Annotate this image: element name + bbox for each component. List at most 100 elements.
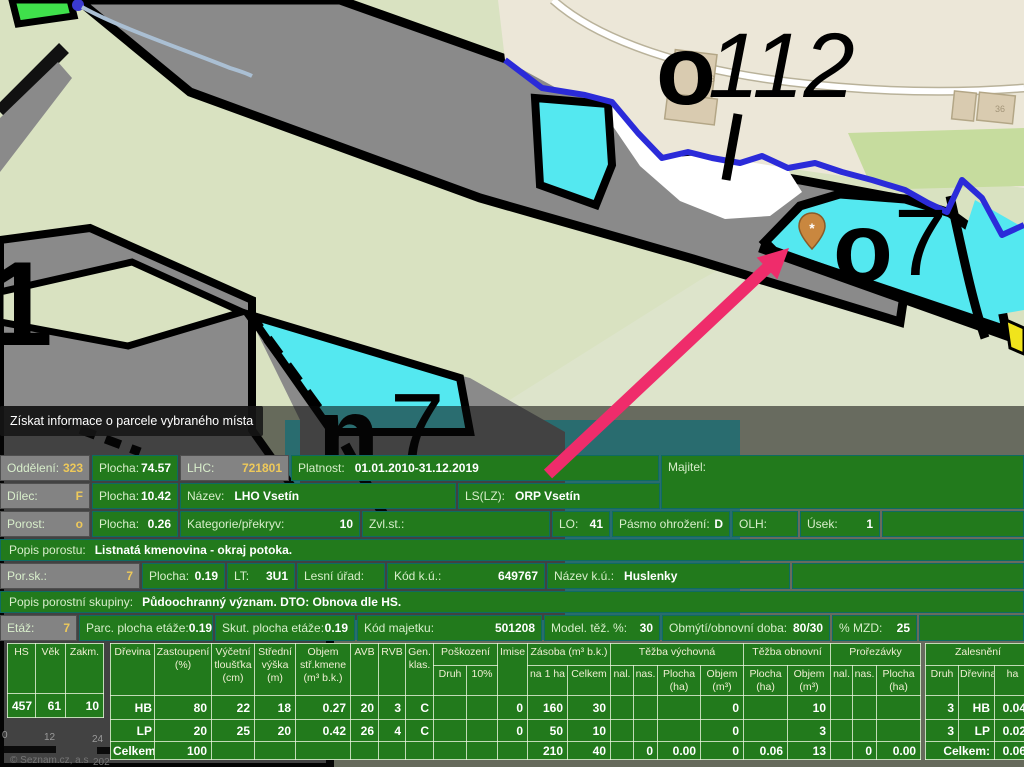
field-zvlst: Zvl.st.: xyxy=(362,511,550,537)
species-cell xyxy=(296,742,351,760)
species-cell: 26 xyxy=(351,720,379,742)
panel-row-popis-skupiny: Popis porostní skupiny: Půdoochranný výz… xyxy=(0,591,1024,613)
field-nazev: Název: LHO Vsetín xyxy=(180,483,456,509)
field-lo: LO: 41 xyxy=(552,511,610,537)
map-lime-parcel xyxy=(12,0,74,24)
species-cell xyxy=(255,742,296,760)
field-olh: OLH: xyxy=(732,511,798,537)
species-cell xyxy=(877,720,921,742)
species-row: HB8022180.27203C016030010 xyxy=(111,696,921,720)
field-kod-ku: Kód k.ú.: 649767 xyxy=(387,563,545,589)
species-subheader: na 1 ha xyxy=(528,666,568,696)
species-cell xyxy=(434,742,467,760)
panel-row-etaz: Etáž: 7 Parc. plocha etáže: 0.19 Skut. p… xyxy=(0,615,1024,641)
empty-cell xyxy=(882,511,1024,537)
species-row: 3HB0.04 xyxy=(926,696,1024,720)
map-parcel-cyan-strip xyxy=(535,98,612,205)
species-cell: 13 xyxy=(788,742,831,760)
species-cell: 10 xyxy=(788,696,831,720)
panel-row-porsk: Por.sk.: 7 Plocha: 0.19 LT: 3U1 Lesní úř… xyxy=(0,563,1024,589)
map-label-o7-bold: o xyxy=(833,192,893,302)
forest-map-app: 453 36 1 o 112 o 7 n 7 * xyxy=(0,0,1024,767)
species-cell xyxy=(853,720,877,742)
species-cell: HB xyxy=(111,696,155,720)
species-cell: 18 xyxy=(255,696,296,720)
species-table-zalesneni: ZalesněníDruhDřevinaha3HB0.043LP0.02Celk… xyxy=(925,643,1024,760)
species-cell xyxy=(611,696,634,720)
species-subheader: Plocha (ha) xyxy=(877,666,921,696)
species-header: Těžba obnovní xyxy=(744,644,831,666)
species-cell xyxy=(831,720,853,742)
panel-row-dilec: Dílec: F Plocha: 10.42 Název: LHO Vsetín… xyxy=(0,483,1024,509)
field-pasmo: Pásmo ohrožení: D xyxy=(612,511,730,537)
species-subheader: Dřevina xyxy=(959,666,995,696)
species-cell: 61 xyxy=(36,694,66,718)
species-cell xyxy=(434,720,467,742)
panel-row-popis-porostu: Popis porostu: Listnatá kmenovina - okra… xyxy=(0,539,1024,561)
field-kategorie: Kategorie/překryv: 10 xyxy=(180,511,360,537)
species-cell: 40 xyxy=(568,742,611,760)
empty-cell xyxy=(919,615,1024,641)
field-lhc: LHC: 721801 xyxy=(180,455,289,481)
species-cell: 3 xyxy=(788,720,831,742)
species-subheader: Plocha (ha) xyxy=(658,666,701,696)
field-lesni-urad: Lesní úřad: xyxy=(297,563,385,589)
species-header: Gen. klas. xyxy=(406,644,434,696)
species-subheader: Druh xyxy=(434,666,467,696)
panel-row-porost: Porost: o Plocha: 0.26 Kategorie/překryv… xyxy=(0,511,1024,537)
field-skut-plocha: Skut. plocha etáže: 0.19 xyxy=(215,615,355,641)
species-cell: Celkem: xyxy=(926,742,995,760)
species-cell: 0 xyxy=(701,696,744,720)
species-cell: 210 xyxy=(528,742,568,760)
species-header: Zastoupení (%) xyxy=(155,644,212,696)
field-lslz: LS(LZ): ORP Vsetín xyxy=(458,483,660,509)
species-header: Prořezávky xyxy=(831,644,921,666)
species-header: AVB xyxy=(351,644,379,696)
species-cell: C xyxy=(406,696,434,720)
species-header: Objem stř.kmene (m³ b.k.) xyxy=(296,644,351,696)
species-cell: 4 xyxy=(379,720,406,742)
species-cell xyxy=(853,696,877,720)
species-cell: LP xyxy=(959,720,995,742)
species-cell: 30 xyxy=(568,696,611,720)
field-oddeleni: Oddělení: 323 xyxy=(0,455,90,481)
species-header: Zakm. xyxy=(66,644,104,694)
species-cell: 0 xyxy=(634,742,658,760)
map-attribution: © Seznam.cz, a.s xyxy=(10,755,89,766)
species-cell xyxy=(406,742,434,760)
species-cell: 0.04 xyxy=(995,696,1024,720)
field-plocha-porsk: Plocha: 0.19 xyxy=(142,563,225,589)
field-model-tez: Model. těž. %: 30 xyxy=(544,615,660,641)
field-plocha-porost: Plocha: 0.26 xyxy=(92,511,178,537)
species-row: LP2025200.42264C0501003 xyxy=(111,720,921,742)
species-header: Poškození xyxy=(434,644,498,666)
species-cell: C xyxy=(406,720,434,742)
field-lt: LT: 3U1 xyxy=(227,563,295,589)
species-cell: 0.27 xyxy=(296,696,351,720)
map-label-o112-bold: o xyxy=(656,15,716,125)
field-kod-majetku: Kód majetku: 501208 xyxy=(357,615,542,641)
species-cell: 0 xyxy=(853,742,877,760)
species-header: Těžba výchovná xyxy=(611,644,744,666)
species-cell xyxy=(212,742,255,760)
species-subheader: ha xyxy=(995,666,1024,696)
empty-cell xyxy=(792,563,1024,589)
species-cell: 50 xyxy=(528,720,568,742)
field-mzd: % MZD: 25 xyxy=(832,615,917,641)
species-cell: 0 xyxy=(498,696,528,720)
species-cell: 0.02 xyxy=(995,720,1024,742)
species-subheader: Celkem xyxy=(568,666,611,696)
field-parc-plocha: Parc. plocha etáže: 0.19 xyxy=(79,615,213,641)
species-cell xyxy=(658,720,701,742)
species-header: HS xyxy=(8,644,36,694)
species-cell: LP xyxy=(111,720,155,742)
species-cell: 160 xyxy=(528,696,568,720)
species-cell xyxy=(611,742,634,760)
field-obmyti: Obmýtí/obnovní doba: 80/30 xyxy=(662,615,830,641)
species-cell xyxy=(498,742,528,760)
species-cell: 10 xyxy=(568,720,611,742)
species-header: Zásoba (m³ b.k.) xyxy=(528,644,611,666)
species-subheader: nal. xyxy=(611,666,634,696)
field-nazev-ku: Název k.ú.: Huslenky xyxy=(547,563,790,589)
species-cell: 0 xyxy=(701,720,744,742)
